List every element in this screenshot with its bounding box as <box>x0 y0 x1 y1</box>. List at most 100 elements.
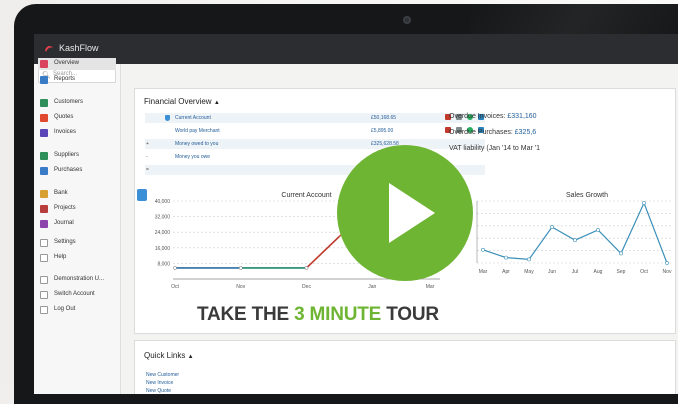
quick-link-new-customer[interactable]: New Customer <box>146 372 179 378</box>
x-tick-label: Oct <box>640 269 648 275</box>
sidebar-item-log-out[interactable]: Log Out <box>38 304 116 316</box>
quick-link-new-invoice[interactable]: New Invoice <box>146 380 173 386</box>
sidebar-item-label: Journal <box>54 220 74 226</box>
x-tick-label: Sep <box>617 269 626 275</box>
sidebar-item-suppliers[interactable]: Suppliers <box>38 150 116 162</box>
sidebar-item-help[interactable]: Help <box>38 252 116 264</box>
y-tick-label: 8,000 <box>157 261 170 267</box>
y-tick-label: 24,000 <box>155 230 171 236</box>
x-tick-label: Jul <box>572 269 578 275</box>
data-point <box>596 228 600 232</box>
x-tick-label: Mar <box>426 284 435 290</box>
sidebar-item-label: Purchases <box>54 167 83 173</box>
data-point <box>504 255 508 260</box>
x-tick-label: Oct <box>171 284 179 290</box>
account-row[interactable]: + Money owed to you £325,628.58 <box>145 139 485 149</box>
sidebar-item-label: Customers <box>54 99 84 105</box>
sidebar-item-customers[interactable]: Customers <box>38 97 116 109</box>
data-point <box>527 257 531 262</box>
bank-icon <box>40 190 48 198</box>
data-point <box>619 251 623 256</box>
data-point <box>642 201 646 205</box>
customers-icon <box>40 99 48 107</box>
kashflow-logo-icon <box>45 45 53 52</box>
summary-line: Overdue Purchases: £325,6 <box>449 129 536 136</box>
projects-icon <box>40 205 48 213</box>
suppliers-icon <box>40 152 48 160</box>
financial-overview-title: Financial Overview <box>144 97 212 106</box>
x-tick-label: May <box>524 269 534 275</box>
summary-label: Overdue Invoices: <box>449 113 508 120</box>
sidebar-item-label: Help <box>54 254 67 260</box>
sidebar-item-reports[interactable]: Reports <box>38 74 116 86</box>
data-point <box>173 266 177 270</box>
series-line <box>482 201 668 264</box>
sidebar-item-switch-account[interactable]: Switch Account <box>38 289 116 301</box>
bank-shield-icon <box>137 189 147 201</box>
purchases-icon <box>40 167 48 175</box>
x-tick-label: Aug <box>594 269 603 275</box>
sidebar: 🔍︎ Search... OverviewReportsCustomersQuo… <box>34 58 121 394</box>
summary-value[interactable]: £331,160 <box>507 113 536 120</box>
sidebar-item-label: Overview <box>54 60 80 66</box>
sidebar-item-purchases[interactable]: Purchases <box>38 165 116 177</box>
quotes-icon <box>40 114 48 122</box>
quick-links-title-wrap: Quick Links ▲ <box>144 351 194 360</box>
bank-shield-icon <box>165 115 170 121</box>
x-tick-label: Mar <box>479 269 488 275</box>
title-bar: KashFlow <box>34 34 678 64</box>
sidebar-item-quotes[interactable]: Quotes <box>38 112 116 124</box>
data-point <box>304 266 309 270</box>
sidebar-item-journal[interactable]: Journal <box>38 218 116 230</box>
account-amount: £50,168.65 <box>371 115 397 121</box>
sidebar-item-demonstration-u[interactable]: Demonstration U... <box>38 274 116 286</box>
sidebar-item-invoices[interactable]: Invoices <box>38 127 116 139</box>
account-name[interactable]: World pay Merchant <box>175 128 220 134</box>
account-row[interactable]: Current Account £50,168.65 <box>145 113 485 123</box>
sidebar-item-label: Demonstration U... <box>54 276 105 282</box>
x-tick-label: Dec <box>302 284 311 290</box>
journal-icon <box>40 220 48 228</box>
reports-icon <box>40 76 48 84</box>
row-bullet: = <box>146 167 149 173</box>
summary-label: Overdue Purchases: <box>449 129 515 136</box>
chart-title: Current Account <box>281 192 331 199</box>
logout-icon <box>40 306 48 314</box>
sidebar-item-label: Quotes <box>54 114 74 120</box>
account-name[interactable]: Money owed to you <box>175 141 218 147</box>
tour-suffix: TOUR <box>381 304 439 325</box>
caret-up-icon[interactable]: ▲ <box>214 100 220 106</box>
y-tick-label: 32,000 <box>155 215 171 221</box>
row-bullet: + <box>146 141 149 147</box>
sidebar-item-label: Switch Account <box>54 291 95 297</box>
summary-value[interactable]: £325,6 <box>515 129 536 136</box>
quick-links-title: Quick Links <box>144 351 186 360</box>
account-amount: £5,895.00 <box>371 128 394 134</box>
data-point <box>665 261 669 265</box>
settings-icon <box>40 239 48 247</box>
quick-link-new-quote[interactable]: New Quote <box>146 388 171 394</box>
invoices-icon <box>40 129 48 137</box>
x-tick-label: Jun <box>548 269 556 275</box>
switch-account-icon <box>40 291 48 299</box>
summary-label: VAT liability (Jan '14 to Mar '1 <box>449 145 540 152</box>
account-name[interactable]: Money you owe <box>175 154 210 160</box>
data-point <box>238 266 243 270</box>
y-tick-label: 16,000 <box>155 246 171 252</box>
chart-title: Sales Growth <box>566 192 608 199</box>
play-video-button[interactable] <box>337 145 473 281</box>
sidebar-item-bank[interactable]: Bank <box>38 188 116 200</box>
sidebar-item-label: Bank <box>54 190 68 196</box>
tour-prefix: TAKE THE <box>197 304 295 325</box>
data-point <box>573 238 577 243</box>
sidebar-item-settings[interactable]: Settings <box>38 237 116 249</box>
row-bullet: - <box>146 154 148 160</box>
sidebar-item-overview[interactable]: Overview <box>38 58 116 70</box>
sales-growth-chart: Sales Growth Mar Apr May Jun Jul Aug Sep Oct Nov <box>476 192 672 275</box>
caret-up-icon[interactable]: ▲ <box>188 354 194 360</box>
account-row[interactable]: World pay Merchant £5,895.00 <box>145 126 485 136</box>
account-name[interactable]: Current Account <box>175 115 211 121</box>
x-tick-label: Nov <box>236 284 245 290</box>
sidebar-item-projects[interactable]: Projects <box>38 203 116 215</box>
tour-highlight: 3 MINUTE <box>294 304 382 325</box>
